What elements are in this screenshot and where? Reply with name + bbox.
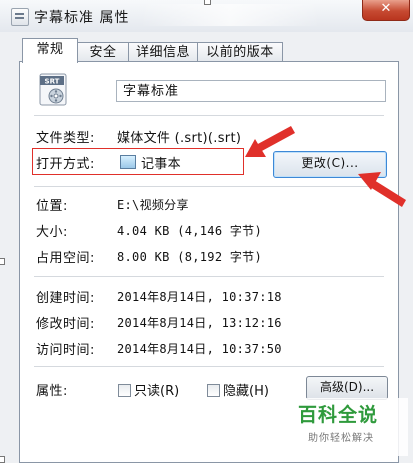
location-label: 位置: [36, 199, 68, 214]
disk-size-value: 8.00 KB (8,192 字节) [117, 250, 262, 264]
file-type-label: 文件类型: [36, 131, 95, 146]
size-label: 大小: [36, 225, 68, 240]
hidden-checkbox[interactable] [207, 384, 220, 397]
tab-security[interactable]: 安全 [77, 42, 129, 62]
tab-general[interactable]: 常规 [22, 38, 78, 63]
divider [34, 186, 384, 187]
size-value: 4.04 KB (4,146 字节) [117, 224, 262, 238]
hidden-label[interactable]: 隐藏(H) [223, 380, 269, 399]
divider [34, 115, 384, 116]
tab-previous-versions[interactable]: 以前的版本 [197, 42, 283, 62]
created-label: 创建时间: [36, 291, 95, 306]
location-value: E:\视频分享 [117, 198, 189, 212]
close-button[interactable]: ✕ [362, 0, 410, 21]
advanced-button[interactable]: 高级(D)... [306, 376, 388, 400]
divider [34, 366, 384, 367]
readonly-checkbox[interactable] [118, 384, 131, 397]
site-watermark: 百科全说 助你轻松解决 [296, 398, 408, 456]
watermark-subtitle: 助你轻松解决 [308, 433, 374, 444]
attributes-label: 属性: [36, 384, 68, 399]
modified-label: 修改时间: [36, 317, 95, 332]
opens-with-highlight [32, 148, 244, 175]
resize-handle-top[interactable] [204, 0, 211, 5]
resize-handle-left[interactable] [0, 258, 5, 265]
modified-value: 2014年8月14日, 13:12:16 [117, 316, 282, 330]
accessed-label: 访问时间: [36, 343, 95, 358]
disk-size-label: 占用空间: [36, 251, 95, 266]
notepad-icon [120, 155, 136, 169]
watermark-title: 百科全说 [298, 404, 379, 426]
window-title: 字幕标准 属性 [34, 10, 130, 26]
srt-file-icon: SRT [39, 73, 67, 106]
readonly-label[interactable]: 只读(R) [134, 380, 179, 399]
file-properties-icon [11, 8, 29, 26]
created-value: 2014年8月14日, 10:37:18 [117, 290, 282, 304]
divider [34, 276, 384, 277]
accessed-value: 2014年8月14日, 10:37:50 [117, 342, 282, 356]
tab-details[interactable]: 详细信息 [128, 42, 198, 62]
title-blur [140, 4, 320, 26]
file-type-badge: SRT [45, 78, 60, 86]
change-button[interactable]: 更改(C)... [273, 151, 387, 178]
file-type-value: 媒体文件 (.srt)(.srt) [117, 131, 242, 146]
file-name-input[interactable]: 字幕标准 [116, 80, 386, 102]
